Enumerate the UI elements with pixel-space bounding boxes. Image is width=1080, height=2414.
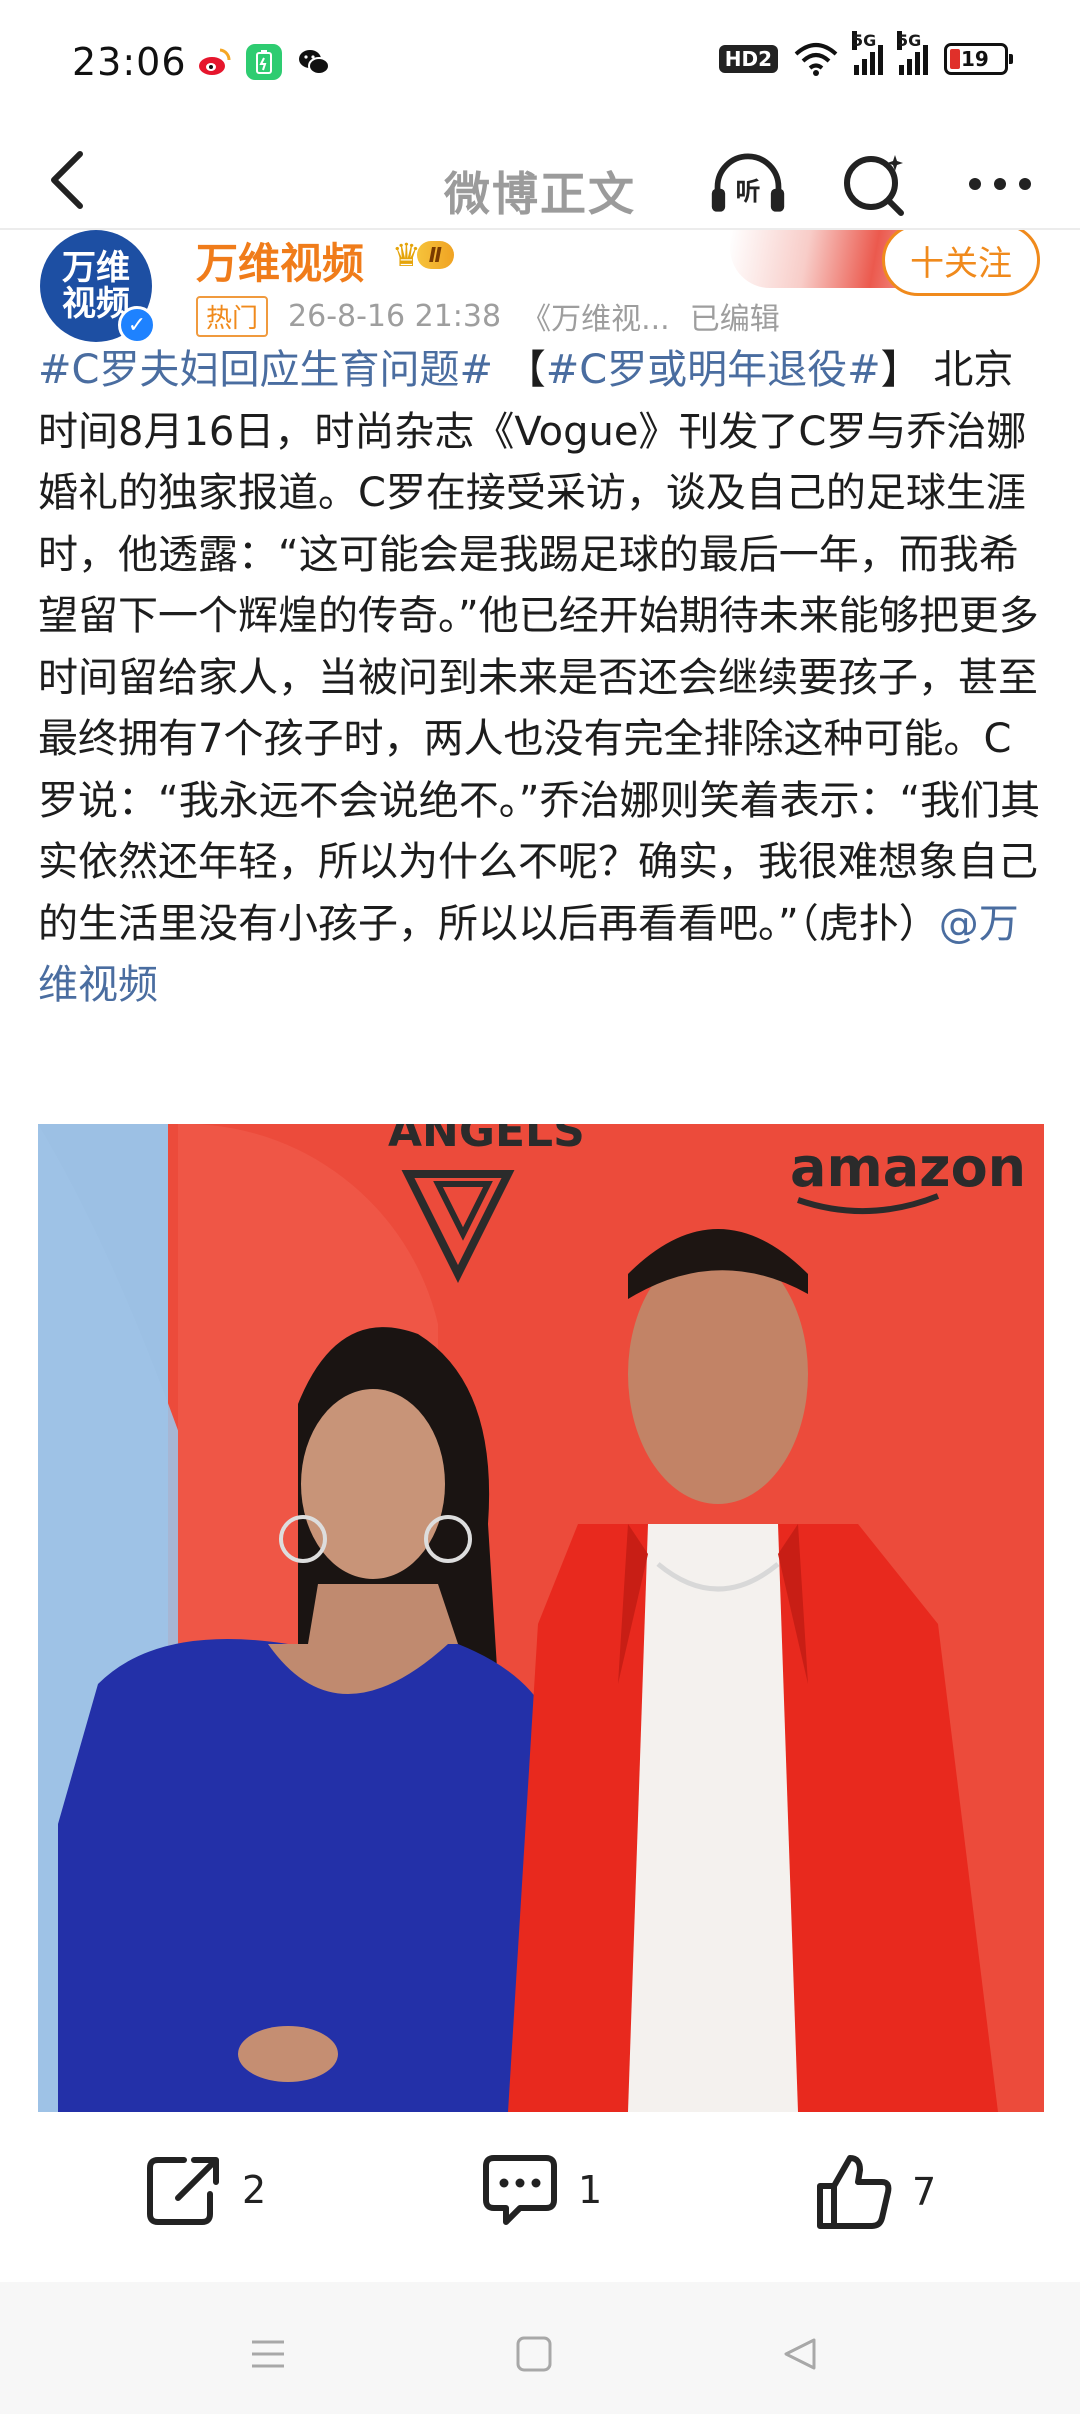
hashtag-link-1[interactable]: #C罗夫妇回应生育问题# [38, 347, 493, 393]
bracket-open: 【 [505, 347, 546, 393]
more-options-button[interactable] [960, 144, 1040, 224]
wifi-icon [794, 43, 838, 76]
status-bar: 23:06 HD2 5G 5G 19 [0, 0, 1080, 130]
headphones-listen-icon: 听 [711, 153, 785, 212]
post-body-text: 北京时间8月16日，时尚杂志《Vogue》刊发了C罗与乔治娜婚礼的独家报道。C罗… [38, 347, 1041, 947]
status-app-icons [196, 44, 332, 80]
post-timestamp: 26-8-16 21:38 [288, 298, 502, 334]
more-dots-icon [969, 178, 1031, 190]
listen-button[interactable]: 听 [708, 144, 788, 224]
signal-icon-sim1: 5G [852, 31, 883, 75]
system-navigation-bar [0, 2282, 1080, 2414]
author-header: 万维 视频 ✓ 万维视频 ♛ Ⅱ 热门 26-8-16 21:38 《万维视..… [0, 230, 1080, 350]
back-triangle-icon [784, 2338, 816, 2370]
comment-count: 1 [578, 2168, 603, 2212]
follow-button[interactable]: 十关注 [882, 230, 1040, 296]
battery-level: 19 [961, 47, 989, 71]
hd-voice-badge: HD2 [718, 45, 778, 73]
like-count: 7 [912, 2170, 937, 2214]
post-meta: 热门 26-8-16 21:38 《万维视... 已编辑 [196, 294, 780, 338]
weibo-icon [196, 44, 232, 80]
sign-text-amazon: amazon [790, 1136, 1026, 1199]
share-icon [147, 2157, 219, 2225]
bracket-close: 】 [880, 347, 921, 393]
post-source[interactable]: 《万维视... [521, 294, 670, 338]
battery-icon: 19 [944, 43, 1013, 75]
vip-badge[interactable]: ♛ Ⅱ [392, 236, 454, 274]
vip-level: Ⅱ [416, 241, 454, 269]
system-home-button[interactable] [504, 2324, 564, 2384]
edited-label: 已编辑 [689, 302, 780, 337]
battery-saver-icon [246, 44, 282, 80]
search-icon [844, 155, 904, 216]
comment-icon [483, 2155, 557, 2225]
svg-text:听: 听 [736, 177, 761, 206]
share-button[interactable]: 2 [144, 2152, 266, 2228]
wechat-icon [296, 44, 332, 80]
verified-badge-icon: ✓ [118, 306, 156, 344]
author-name[interactable]: 万维视频 [196, 230, 364, 291]
hot-tag: 热门 [196, 295, 269, 337]
thumbs-up-icon [817, 2155, 892, 2229]
signal-icon-sim2: 5G [897, 31, 928, 75]
share-count: 2 [242, 2168, 267, 2212]
post-image-illustration: ANGELS amazon [38, 1124, 1044, 2112]
system-menu-button[interactable] [238, 2324, 298, 2384]
top-navigation-bar: 微博正文 听 [0, 130, 1080, 230]
system-back-button[interactable] [770, 2324, 830, 2384]
post-action-bar: 2 1 7 [0, 2112, 1080, 2282]
comment-button[interactable]: 1 [480, 2152, 602, 2228]
post-image[interactable]: ANGELS amazon [38, 1124, 1044, 2112]
sign-text-angels: ANGELS [388, 1124, 585, 1157]
menu-lines-icon [252, 2340, 284, 2368]
post-body: #C罗夫妇回应生育问题# 【#C罗或明年退役#】 北京时间8月16日，时尚杂志《… [38, 340, 1048, 1017]
like-button[interactable]: 7 [814, 2152, 936, 2232]
home-square-icon [516, 2336, 552, 2372]
status-indicators: HD2 5G 5G 19 [718, 31, 1013, 76]
hashtag-link-2[interactable]: #C罗或明年退役# [546, 347, 881, 393]
status-time: 23:06 [72, 40, 187, 84]
search-button[interactable] [834, 144, 914, 224]
